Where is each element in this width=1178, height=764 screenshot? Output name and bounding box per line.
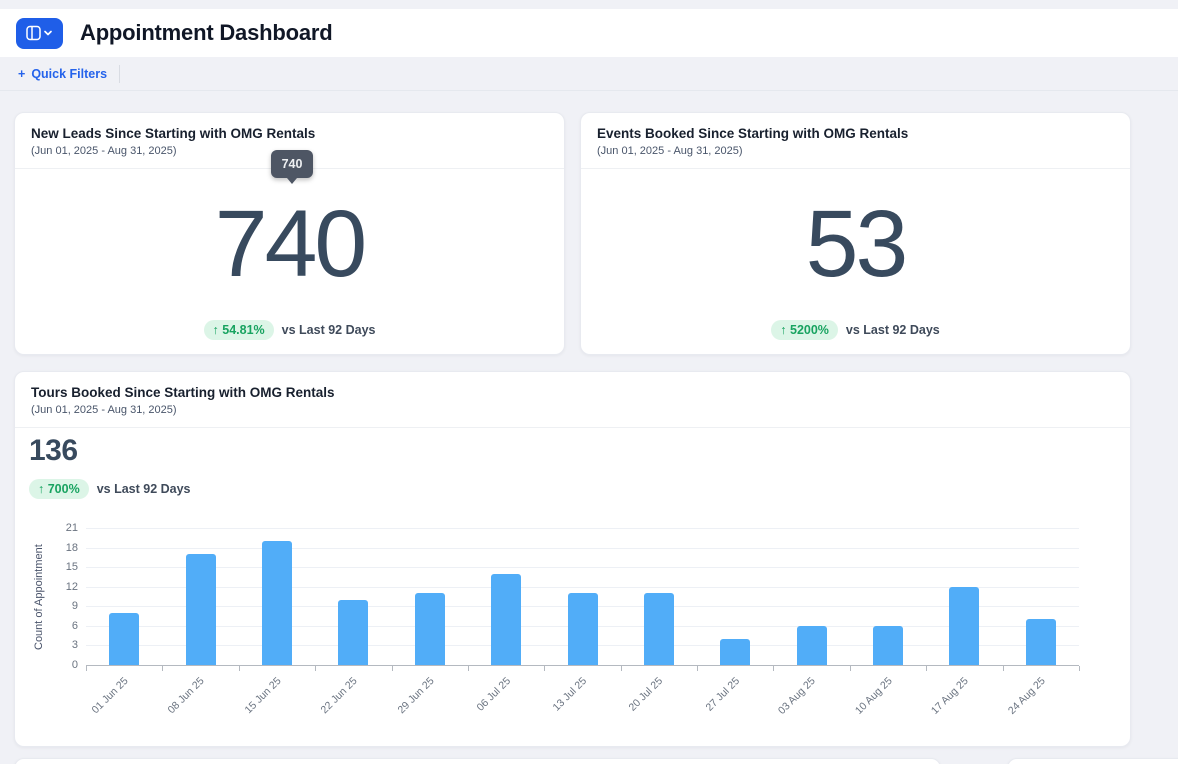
new-leads-value: 740 [215,170,365,320]
header-divider [0,90,1178,91]
delta-row: ↑ 5200% vs Last 92 Days [771,320,939,340]
card-title: New Leads Since Starting with OMG Rental… [31,126,548,141]
new-leads-card: New Leads Since Starting with OMG Rental… [14,112,565,355]
dashboard-menu-button[interactable] [16,18,63,49]
bar[interactable] [262,541,292,665]
y-axis-tick-label: 6 [72,620,78,632]
card-date-range: (Jun 01, 2025 - Aug 31, 2025) [597,145,1114,157]
bar[interactable] [109,613,139,665]
x-axis-label: 13 Jul 25 [550,675,589,714]
bar[interactable] [415,593,445,665]
delta-suffix: vs Last 92 Days [846,323,940,337]
bar[interactable] [797,626,827,665]
x-axis-label: 15 Jun 25 [242,675,283,716]
x-axis-label: 01 Jun 25 [90,675,131,716]
x-axis-label: 10 Aug 25 [853,675,895,717]
bar[interactable] [568,593,598,665]
quick-filters-label: Quick Filters [31,67,107,81]
delta-badge: ↑ 700% [29,479,89,499]
bar[interactable] [873,626,903,665]
events-booked-card-header: Events Booked Since Starting with OMG Re… [581,113,1130,169]
delta-badge: ↑ 54.81% [204,320,274,340]
bar[interactable] [186,554,216,665]
delta-suffix: vs Last 92 Days [282,323,376,337]
card-title: Tours Booked Since Starting with OMG Ren… [31,385,1114,400]
x-axis-label: 20 Jul 25 [627,675,666,714]
filter-divider [119,65,120,83]
tours-booked-card: Tours Booked Since Starting with OMG Ren… [14,371,1131,747]
events-booked-card: Events Booked Since Starting with OMG Re… [580,112,1131,355]
tours-booked-card-header: Tours Booked Since Starting with OMG Ren… [15,372,1130,428]
y-axis-tick-label: 12 [66,581,78,593]
top-bar: Appointment Dashboard [0,9,1178,57]
events-booked-card-body: 53 ↑ 5200% vs Last 92 Days [581,170,1130,354]
x-axis-label: 08 Jun 25 [166,675,207,716]
bar[interactable] [949,587,979,665]
gridline [86,567,1079,568]
x-axis-label: 27 Jul 25 [703,675,742,714]
y-axis-tick-label: 18 [66,542,78,554]
layout-chevron-icon [26,25,53,42]
bar[interactable] [491,574,521,665]
y-axis-tick-label: 3 [72,639,78,651]
plus-icon: + [18,67,25,81]
x-axis-label: 17 Aug 25 [929,675,971,717]
bar[interactable] [644,593,674,665]
x-axis-tick [1079,666,1080,671]
x-axis-label: 24 Aug 25 [1005,675,1047,717]
events-booked-value: 53 [806,170,906,320]
x-axis-label: 06 Jul 25 [474,675,513,714]
tooltip-value: 740 [282,157,303,171]
delta-row: ↑ 54.81% vs Last 92 Days [204,320,376,340]
y-axis-labels: 036912151821 [15,528,78,666]
delta-suffix: vs Last 92 Days [97,482,191,496]
delta-badge: ↑ 5200% [771,320,838,340]
x-axis-label: 29 Jun 25 [395,675,436,716]
quick-filters-button[interactable]: + Quick Filters [18,67,107,81]
y-axis-tick-label: 0 [72,659,78,671]
value-tooltip: 740 [271,150,313,178]
x-axis-labels: 01 Jun 25 08 Jun 25 15 Jun 25 22 Jun 25 29 J… [86,666,1079,746]
delta-row: ↑ 700% vs Last 92 Days [29,479,191,499]
y-axis-tick-label: 9 [72,600,78,612]
partial-card-left [14,758,941,764]
page-title: Appointment Dashboard [80,20,332,46]
filter-bar: + Quick Filters [0,57,1178,90]
x-axis-label: 03 Aug 25 [776,675,818,717]
bar[interactable] [338,600,368,665]
bar[interactable] [1026,619,1056,665]
card-title: Events Booked Since Starting with OMG Re… [597,126,1114,141]
gridline [86,528,1079,529]
appointment-dashboard-page: Appointment Dashboard + Quick Filters Ne… [0,0,1178,764]
bar[interactable] [720,639,750,665]
y-axis-tick-label: 15 [66,561,78,573]
bar-chart-plot [86,528,1079,666]
new-leads-card-body: 740 ↑ 54.81% vs Last 92 Days [15,170,564,354]
partial-card-right [1007,758,1178,764]
x-axis-label: 22 Jun 25 [319,675,360,716]
gridline [86,587,1079,588]
gridline [86,548,1079,549]
tooltip-arrow-icon [287,178,297,184]
y-axis-tick-label: 21 [66,522,78,534]
card-date-range: (Jun 01, 2025 - Aug 31, 2025) [31,404,1114,416]
tours-booked-value: 136 [29,434,78,468]
